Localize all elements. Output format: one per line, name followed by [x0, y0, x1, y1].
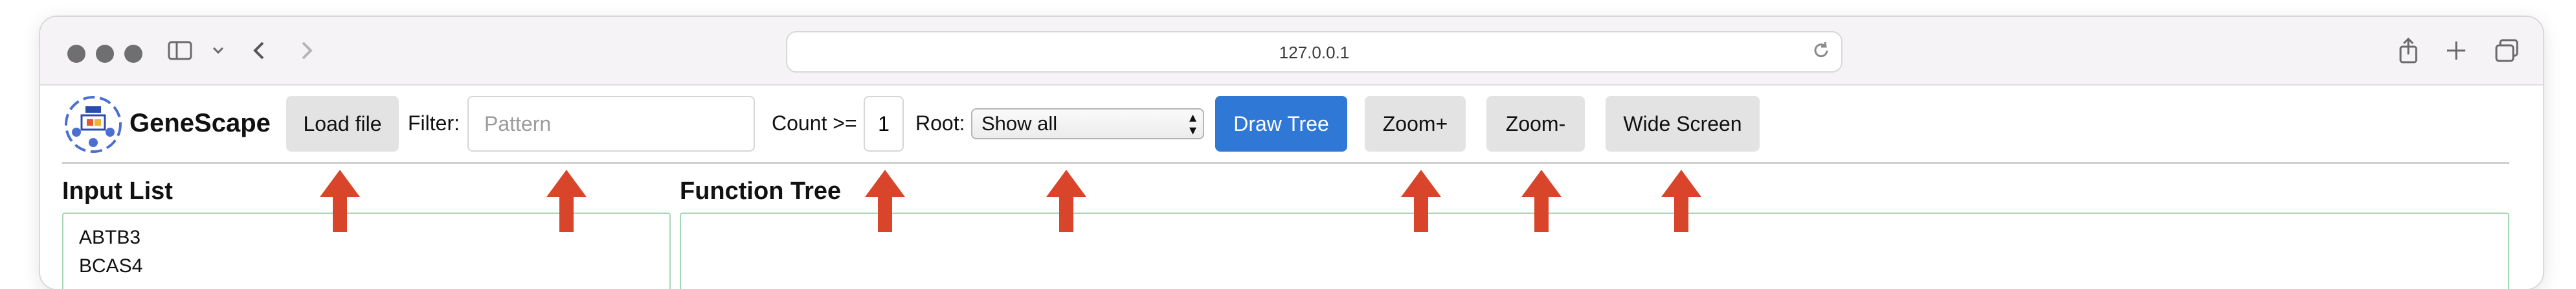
annotation-arrow-icon	[865, 170, 905, 232]
filter-input[interactable]: Pattern	[467, 96, 755, 152]
wide-screen-button[interactable]: Wide Screen	[1606, 96, 1760, 152]
annotation-arrow-icon	[320, 170, 360, 232]
annotation-arrow-icon	[546, 170, 587, 232]
zoom-out-button[interactable]: Zoom-	[1486, 96, 1585, 152]
annotation-arrow-icon	[1661, 170, 1701, 232]
root-select[interactable]: Show all ▴ ▾	[971, 108, 1204, 139]
list-item: BCAS4	[79, 255, 143, 277]
back-icon[interactable]	[250, 38, 269, 68]
function-tree-title: Function Tree	[680, 178, 842, 205]
forward-icon[interactable]	[297, 38, 316, 68]
root-label: Root:	[915, 111, 965, 135]
input-list-title: Input List	[62, 178, 173, 205]
select-arrows-icon: ▴ ▾	[1189, 109, 1196, 138]
annotation-arrow-icon	[1401, 170, 1441, 232]
list-item: ABTB3	[79, 227, 141, 248]
browser-toolbar: 127.0.0.1	[40, 17, 2543, 86]
zoom-in-button[interactable]: Zoom+	[1365, 96, 1466, 152]
tabs-icon[interactable]	[2494, 38, 2520, 68]
address-text: 127.0.0.1	[1279, 43, 1350, 62]
root-selected-value: Show all	[981, 112, 1058, 135]
annotation-arrow-icon	[1521, 170, 1562, 232]
count-value: 1	[878, 111, 890, 135]
sidebar-icon[interactable]	[167, 38, 193, 68]
function-tree-panel[interactable]	[680, 213, 2509, 289]
chevron-down-icon[interactable]	[210, 38, 227, 71]
load-file-button[interactable]: Load file	[286, 96, 399, 152]
close-window-button[interactable]	[67, 45, 85, 63]
draw-tree-button[interactable]: Draw Tree	[1215, 96, 1347, 152]
browser-window: 127.0.0.1 GeneScape Load file Filter: Pa…	[40, 17, 2543, 289]
toolbar-divider	[62, 162, 2509, 164]
app-content: GeneScape Load file Filter: Pattern Coun…	[40, 86, 2543, 289]
count-input[interactable]: 1	[864, 96, 904, 152]
minimize-window-button[interactable]	[96, 45, 114, 63]
count-label: Count >=	[772, 111, 857, 135]
filter-label: Filter:	[408, 111, 460, 135]
filter-placeholder: Pattern	[484, 111, 552, 135]
reload-icon[interactable]	[1811, 39, 1831, 67]
annotation-arrow-icon	[1046, 170, 1086, 232]
genescape-logo	[62, 93, 124, 156]
maximize-window-button[interactable]	[124, 45, 142, 63]
plus-icon[interactable]	[2445, 38, 2468, 68]
address-bar[interactable]: 127.0.0.1	[786, 31, 1842, 73]
share-icon[interactable]	[2397, 36, 2420, 69]
app-title: GeneScape	[129, 109, 271, 137]
